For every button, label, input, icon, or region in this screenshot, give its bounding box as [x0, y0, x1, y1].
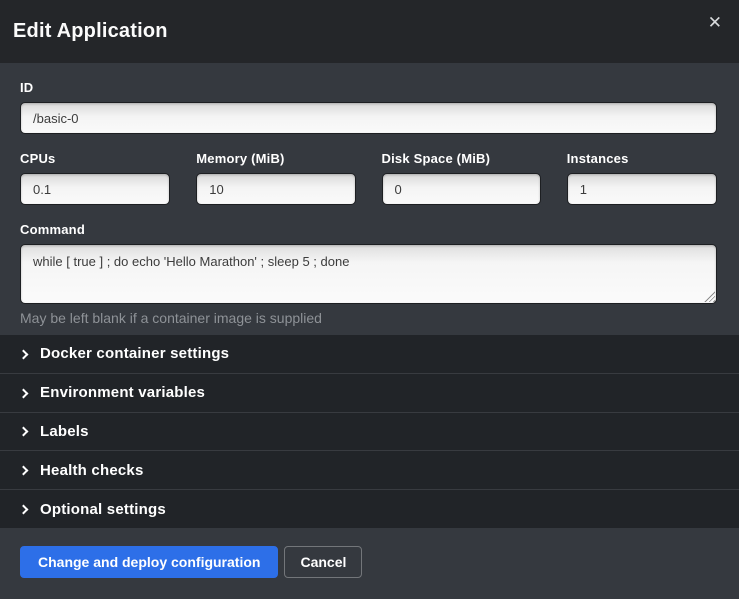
disk-field-group: Disk Space (MiB) — [382, 151, 541, 205]
memory-field-group: Memory (MiB) — [196, 151, 355, 205]
id-label: ID — [20, 80, 717, 95]
chevron-right-icon — [19, 388, 29, 398]
edit-application-modal: Edit Application ✕ ID CPUs Memory (MiB) … — [0, 0, 739, 599]
chevron-right-icon — [19, 349, 29, 359]
section-label: Health checks — [40, 462, 143, 479]
section-label: Docker container settings — [40, 345, 229, 362]
instances-label: Instances — [567, 151, 717, 166]
section-label: Optional settings — [40, 501, 166, 518]
change-and-deploy-button[interactable]: Change and deploy configuration — [20, 546, 278, 578]
id-input[interactable] — [20, 102, 717, 134]
memory-label: Memory (MiB) — [196, 151, 355, 166]
instances-field-group: Instances — [567, 151, 717, 205]
chevron-right-icon — [19, 466, 29, 476]
close-icon[interactable]: ✕ — [708, 14, 722, 31]
disk-space-label: Disk Space (MiB) — [382, 151, 541, 166]
chevron-right-icon — [19, 427, 29, 437]
section-health-checks[interactable]: Health checks — [0, 450, 739, 489]
instances-input[interactable] — [567, 173, 717, 205]
id-field-group: ID — [20, 80, 717, 134]
cpus-label: CPUs — [20, 151, 170, 166]
chevron-right-icon — [19, 505, 29, 515]
page-title: Edit Application — [13, 20, 168, 43]
memory-input[interactable] — [196, 173, 355, 205]
section-optional-settings[interactable]: Optional settings — [0, 489, 739, 528]
resources-row: CPUs Memory (MiB) Disk Space (MiB) Insta… — [20, 151, 717, 205]
command-label: Command — [20, 222, 717, 237]
command-help-text: May be left blank if a container image i… — [20, 310, 717, 326]
cpus-input[interactable] — [20, 173, 170, 205]
cancel-button[interactable]: Cancel — [284, 546, 362, 578]
section-label: Labels — [40, 423, 89, 440]
section-label: Environment variables — [40, 384, 205, 401]
disk-space-input[interactable] — [382, 173, 541, 205]
application-form: ID CPUs Memory (MiB) Disk Space (MiB) In… — [0, 63, 739, 335]
collapsible-sections: Docker container settings Environment va… — [0, 335, 739, 528]
command-field-group: Command while [ true ] ; do echo 'Hello … — [20, 222, 717, 326]
command-input[interactable]: while [ true ] ; do echo 'Hello Marathon… — [20, 244, 717, 304]
section-environment-variables[interactable]: Environment variables — [0, 373, 739, 412]
modal-header: Edit Application ✕ — [0, 0, 739, 63]
modal-footer: Change and deploy configuration Cancel — [0, 528, 739, 599]
cpus-field-group: CPUs — [20, 151, 170, 205]
section-labels[interactable]: Labels — [0, 412, 739, 451]
section-docker-container-settings[interactable]: Docker container settings — [0, 335, 739, 373]
